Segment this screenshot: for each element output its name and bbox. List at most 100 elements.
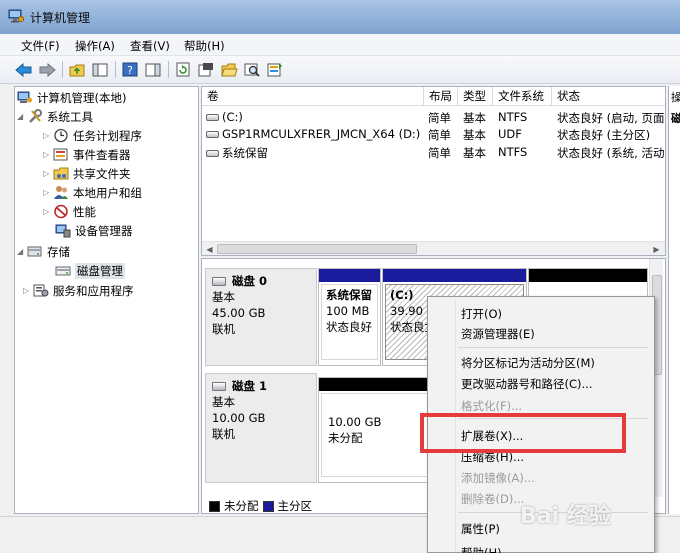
volume-layout: 简单: [428, 111, 451, 125]
tools-icon: [29, 109, 42, 123]
menu-item-change-drive-letter[interactable]: 更改驱动器号和路径(C)...: [461, 376, 592, 392]
column-header-status[interactable]: 状态: [552, 87, 665, 106]
table-row[interactable]: (C:) 简单 基本 NTFS 状态良好 (启动, 页面: [202, 108, 665, 126]
disk-management-icon: [55, 266, 71, 276]
forward-icon[interactable]: [37, 60, 57, 79]
shared-folder-icon: [53, 167, 69, 180]
volume-filesystem: NTFS: [498, 145, 528, 159]
partition-name: 系统保留: [326, 288, 372, 302]
up-folder-icon[interactable]: [67, 60, 87, 79]
drive-icon: [206, 131, 219, 138]
tree-label: 计算机管理(本地): [37, 90, 127, 105]
partition-status: 状态良好: [326, 320, 372, 334]
menu-item-add-mirror: 添加镜像(A)...: [461, 471, 535, 485]
volume-list: 卷 布局 类型 文件系统 状态 (C:) 简单 基本 NTFS 状态良好 (启动…: [201, 86, 666, 256]
menu-item-properties[interactable]: 属性(P): [461, 521, 500, 537]
collapsed-arrow-icon[interactable]: ▷: [23, 286, 33, 295]
tree-label: 磁盘管理: [75, 262, 125, 279]
navigation-tree: 计算机管理(本地) ◢ 系统工具 ▷ 任务计划程序 ▷ 事件查看器 ▷ 共享文件…: [14, 86, 199, 514]
disk-icon: [212, 277, 226, 286]
disk-1-info[interactable]: 磁盘 1 基本 10.00 GB 联机: [205, 373, 317, 483]
show-tree-icon[interactable]: [90, 60, 110, 79]
volume-type: 基本: [463, 128, 486, 142]
back-icon[interactable]: [14, 60, 34, 79]
tree-item-performance[interactable]: ▷ 性能: [43, 202, 96, 221]
actions-pane: 操 磁: [668, 86, 680, 514]
volume-layout: 简单: [428, 128, 451, 142]
event-viewer-icon: [53, 148, 68, 161]
tree-item-device-manager[interactable]: 设备管理器: [55, 221, 133, 240]
volume-status: 状态良好 (系统, 活动: [557, 146, 665, 160]
export-icon[interactable]: [265, 60, 285, 79]
open-folder-icon[interactable]: [219, 60, 239, 79]
column-header-type[interactable]: 类型: [458, 87, 493, 106]
tree-item-local-users[interactable]: ▷ 本地用户和组: [43, 183, 142, 202]
tree-item-disk-management[interactable]: 磁盘管理: [55, 261, 125, 280]
properties-icon[interactable]: [196, 60, 216, 79]
menu-item-help[interactable]: 帮助(H): [461, 545, 502, 553]
disk-size: 45.00 GB: [212, 306, 266, 320]
tree-item-event-viewer[interactable]: ▷ 事件查看器: [43, 145, 131, 164]
disk-name: 磁盘 1: [232, 379, 268, 393]
horizontal-scrollbar[interactable]: ◀ ▶: [202, 241, 665, 255]
help-icon[interactable]: ?: [120, 60, 140, 79]
partition-bar: [383, 269, 526, 282]
disk-size: 10.00 GB: [212, 411, 266, 425]
actions-pane-header: 操: [671, 91, 680, 104]
volume-type: 基本: [463, 111, 486, 125]
disk-0-info[interactable]: 磁盘 0 基本 45.00 GB 联机: [205, 268, 317, 366]
collapsed-arrow-icon[interactable]: ▷: [43, 169, 53, 178]
toolbar: ?: [0, 56, 680, 84]
scroll-right-icon[interactable]: ▶: [650, 243, 663, 255]
tree-item-storage[interactable]: ◢ 存储: [17, 242, 70, 261]
actions-pane-item[interactable]: 磁: [671, 110, 680, 126]
expanded-arrow-icon[interactable]: ◢: [17, 247, 27, 256]
panel-icon[interactable]: [143, 60, 163, 79]
collapsed-arrow-icon[interactable]: ▷: [43, 207, 53, 216]
computer-management-icon: [17, 91, 32, 103]
collapsed-arrow-icon[interactable]: ▷: [43, 131, 53, 140]
menu-action[interactable]: 操作(A): [75, 38, 115, 54]
menu-help[interactable]: 帮助(H): [184, 38, 225, 54]
legend-swatch-primary: [262, 500, 274, 512]
menu-item-explorer[interactable]: 资源管理器(E): [461, 326, 535, 342]
volume-name: 系统保留: [222, 146, 268, 160]
refresh-icon[interactable]: [173, 60, 193, 79]
disk-icon: [212, 382, 226, 391]
collapsed-arrow-icon[interactable]: ▷: [43, 188, 53, 197]
tree-label: 设备管理器: [75, 223, 133, 238]
table-row[interactable]: GSP1RMCULXFRER_JMCN_X64 (D:) 简单 基本 UDF 状…: [202, 125, 665, 143]
column-header-filesystem[interactable]: 文件系统: [493, 87, 552, 106]
tree-item-shared-folders[interactable]: ▷ 共享文件夹: [43, 164, 131, 183]
disk-state: 联机: [212, 322, 235, 336]
column-header-volume[interactable]: 卷: [202, 87, 424, 106]
storage-icon: [27, 246, 42, 257]
services-icon: [33, 284, 49, 297]
tree-item-task-scheduler[interactable]: ▷ 任务计划程序: [43, 126, 142, 145]
computer-management-window: 计算机管理 文件(F) 操作(A) 查看(V) 帮助(H) ? 计算机管理(本地…: [0, 0, 680, 553]
menu-view[interactable]: 查看(V): [130, 38, 170, 54]
menu-item-open[interactable]: 打开(O): [461, 306, 502, 322]
scroll-left-icon[interactable]: ◀: [203, 243, 216, 255]
tree-item-root[interactable]: 计算机管理(本地): [17, 88, 126, 107]
partition-bar: [529, 269, 647, 282]
device-manager-icon: [55, 224, 71, 238]
column-header-layout[interactable]: 布局: [424, 87, 458, 106]
partition-system-reserved[interactable]: 系统保留 100 MB 状态良好: [318, 268, 381, 366]
highlight-box: [420, 413, 626, 453]
expanded-arrow-icon[interactable]: ◢: [17, 112, 27, 121]
tree-label: 共享文件夹: [73, 166, 131, 181]
drive-icon: [206, 150, 219, 157]
legend-label: 未分配: [224, 499, 259, 513]
scroll-thumb[interactable]: [217, 244, 417, 254]
search-icon[interactable]: [242, 60, 262, 79]
tree-label: 服务和应用程序: [53, 283, 134, 298]
volume-name: GSP1RMCULXFRER_JMCN_X64 (D:): [222, 127, 421, 141]
menu-item-mark-active[interactable]: 将分区标记为活动分区(M): [461, 355, 595, 371]
menu-file[interactable]: 文件(F): [21, 38, 60, 54]
tree-item-system-tools[interactable]: ◢ 系统工具: [17, 107, 93, 126]
table-row[interactable]: 系统保留 简单 基本 NTFS 状态良好 (系统, 活动: [202, 143, 665, 161]
volume-filesystem: UDF: [498, 127, 522, 141]
collapsed-arrow-icon[interactable]: ▷: [43, 150, 53, 159]
tree-item-services[interactable]: ▷ 服务和应用程序: [23, 281, 134, 300]
